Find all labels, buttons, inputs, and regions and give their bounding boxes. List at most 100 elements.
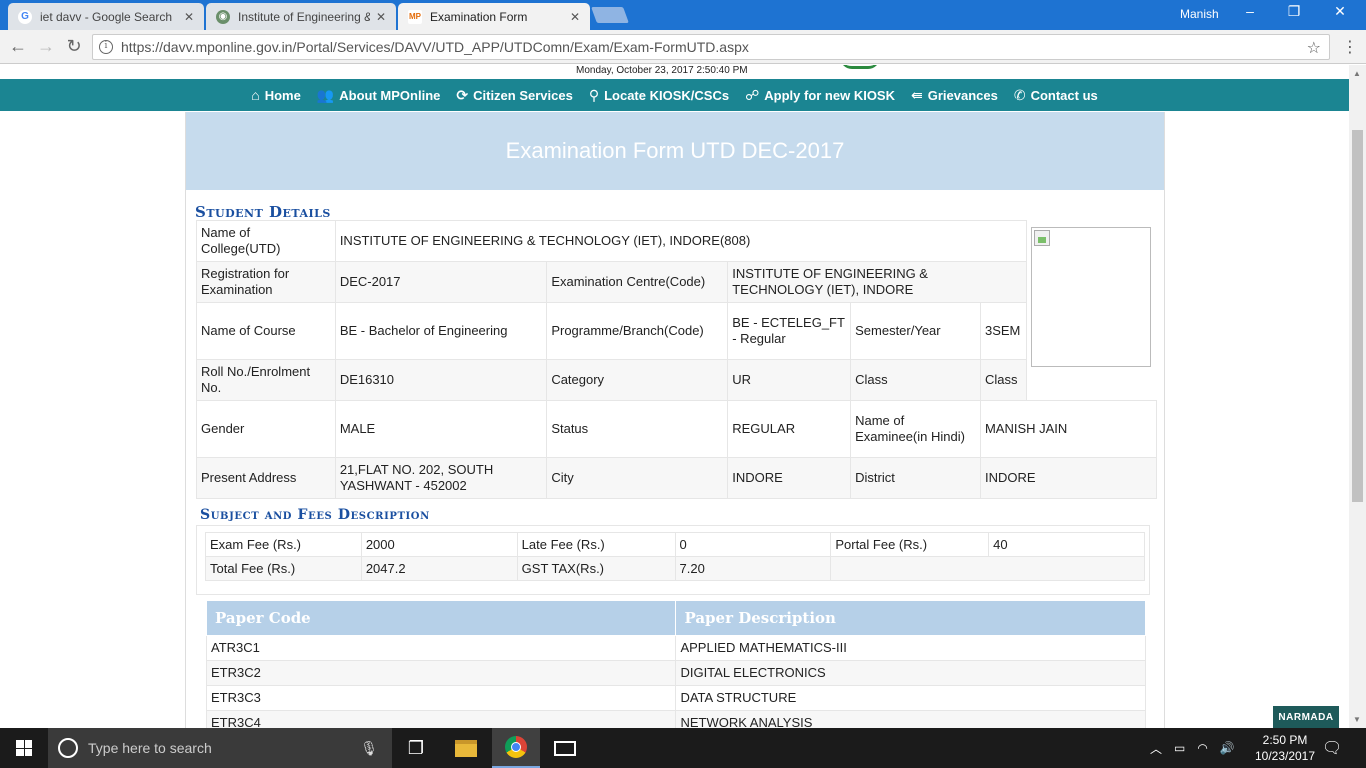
nav-grievances[interactable]: ⇚ Grievances [911,87,998,104]
taskbar-search[interactable]: Type here to search 🎙 [48,728,392,768]
people-icon: 👥 [316,86,335,103]
battery-icon[interactable]: ▭ [1174,741,1185,755]
student-details-heading: Student Details [195,203,331,221]
paper-description: APPLIED MATHEMATICS-III [675,635,1146,661]
empty-cell [830,556,1145,581]
nav-label: Apply for new KIOSK [764,87,895,103]
taskbar-clock[interactable]: 2:50 PM 10/23/2017 [1250,732,1320,764]
fees-table: Exam Fee (Rs.) 2000 Late Fee (Rs.) 0 Por… [205,532,1145,581]
paper-code: ATR3C1 [205,635,677,661]
narmada-badge[interactable]: NARMADA [1273,706,1339,728]
exam-fee-label: Exam Fee (Rs.) [205,532,362,557]
google-icon: G [18,9,32,24]
volume-icon[interactable]: 🔊 [1220,741,1235,755]
student-photo [1030,226,1151,367]
table-row: ETR3C3 DATA STRUCTURE [205,685,1146,711]
tab-examination-form[interactable]: MP Examination Form ✕ [398,3,590,30]
tab-institute[interactable]: ◉ Institute of Engineering & ✕ [206,3,396,30]
windows-logo-icon [16,740,32,756]
table-row: Present Address 21,FLAT NO. 202, SOUTH Y… [196,457,1158,499]
branch-value: BE - ECTELEG_FT - Regular [727,302,852,360]
nav-label: Locate KIOSK/CSCs [604,87,730,103]
forward-icon[interactable]: → [34,36,58,57]
hindi-name-label: Name of Examinee(in Hindi) [850,400,981,458]
browser-tab-strip: G iet davv - Google Search ✕ ◉ Institute… [0,0,1366,30]
gender-label: Gender [196,400,336,458]
status-value: REGULAR [727,400,852,458]
close-icon[interactable]: ✕ [376,10,386,24]
class-label: Class [850,359,981,401]
close-icon[interactable]: ✕ [570,10,580,24]
centre-value: INSTITUTE OF ENGINEERING & TECHNOLOGY (I… [727,261,1027,303]
microphone-icon[interactable]: 🎙 [360,740,378,757]
map-pin-icon: ⚲ [588,86,600,103]
reload-icon[interactable]: ↻ [62,36,86,57]
centre-label: Examination Centre(Code) [546,261,729,303]
nav-apply-kiosk[interactable]: ☍ Apply for new KIOSK [745,87,895,104]
paper-description: DATA STRUCTURE [675,685,1146,711]
mponline-icon: MP [408,9,422,24]
address-value: 21,FLAT NO. 202, SOUTH YASHWANT - 452002 [334,457,548,499]
total-fee-label: Total Fee (Rs.) [205,556,362,581]
window-close-icon[interactable]: ✕ [1320,3,1360,20]
late-fee-label: Late Fee (Rs.) [516,532,676,557]
semester-label: Semester/Year [850,302,981,360]
scrollbar-thumb[interactable] [1352,130,1363,502]
refresh-icon: ⟳ [456,86,469,103]
chrome-taskbar-button[interactable] [492,728,540,768]
system-tray: ︿ ▭ ◠ 🔊 [1150,728,1247,768]
table-header-row: Paper Code Paper Description [205,600,1146,636]
nav-about[interactable]: 👥 About MPOnline [317,87,441,104]
broken-image-icon [1033,229,1050,246]
clock-time: 2:50 PM [1262,733,1308,747]
address-bar[interactable]: i https://davv.mponline.gov.in/Portal/Se… [92,34,1330,60]
search-placeholder: Type here to search [88,740,212,756]
tab-google-search[interactable]: G iet davv - Google Search ✕ [8,3,204,30]
photo-cell [1026,221,1156,401]
form-container: Examination Form UTD DEC-2017 Student De… [185,112,1165,728]
close-icon[interactable]: ✕ [184,10,194,24]
bookmark-star-icon[interactable]: ☆ [1307,38,1321,58]
city-label: City [546,457,729,499]
nav-label: Contact us [1030,87,1098,103]
scroll-down-icon[interactable]: ▼ [1353,715,1361,724]
phone-icon: ✆ [1013,86,1026,103]
scroll-up-icon[interactable]: ▲ [1353,69,1361,78]
notification-icon[interactable]: 🗨 [1322,738,1342,758]
new-tab-button[interactable] [591,7,629,23]
table-row: Exam Fee (Rs.) 2000 Late Fee (Rs.) 0 Por… [205,532,1145,557]
branch-label: Programme/Branch(Code) [546,302,729,360]
nav-home[interactable]: ⌂ Home [251,87,301,103]
portal-fee-label: Portal Fee (Rs.) [830,532,990,557]
task-view-button[interactable]: ❐ [392,728,440,768]
table-row: ATR3C1 APPLIED MATHEMATICS-III [205,635,1146,661]
chevron-up-icon[interactable]: ︿ [1150,740,1162,757]
table-row: Gender MALE Status REGULAR Name of Exami… [196,400,1158,458]
restore-icon[interactable]: ❐ [1274,3,1314,20]
table-row: Roll No./Enrolment No. DE16310 Category … [196,359,1157,401]
info-icon[interactable]: i [99,40,113,54]
student-details-table: Name of College(UTD) INSTITUTE OF ENGINE… [196,220,1158,499]
menu-icon[interactable]: ⋮ [1342,37,1358,57]
minimize-icon[interactable]: – [1230,3,1270,19]
college-label: Name of College(UTD) [196,220,336,262]
browser-toolbar: ← → ↻ i https://davv.mponline.gov.in/Por… [0,30,1366,64]
file-explorer-button[interactable] [442,728,490,768]
apply-icon: ☍ [745,86,760,103]
wifi-icon[interactable]: ◠ [1197,741,1207,755]
profile-name[interactable]: Manish [1180,7,1219,21]
start-button[interactable] [0,728,48,768]
status-label: Status [546,400,729,458]
nav-contact[interactable]: ✆ Contact us [1014,87,1098,104]
page-viewport: Monday, October 23, 2017 2:50:40 PM ⌂ Hom… [0,65,1349,728]
nav-citizen-services[interactable]: ⟳ Citizen Services [456,87,572,104]
page-scrollbar[interactable]: ▲ ▼ [1349,65,1366,728]
back-icon[interactable]: ← [6,36,30,57]
district-value: INDORE [979,457,1158,499]
paper-code: ETR3C3 [205,685,677,711]
nav-label: Grievances [927,87,998,103]
mail-button[interactable] [541,728,589,768]
form-title: Examination Form UTD DEC-2017 [186,112,1164,190]
home-icon: ⌂ [251,87,260,103]
nav-locate-kiosk[interactable]: ⚲ Locate KIOSK/CSCs [589,87,729,104]
